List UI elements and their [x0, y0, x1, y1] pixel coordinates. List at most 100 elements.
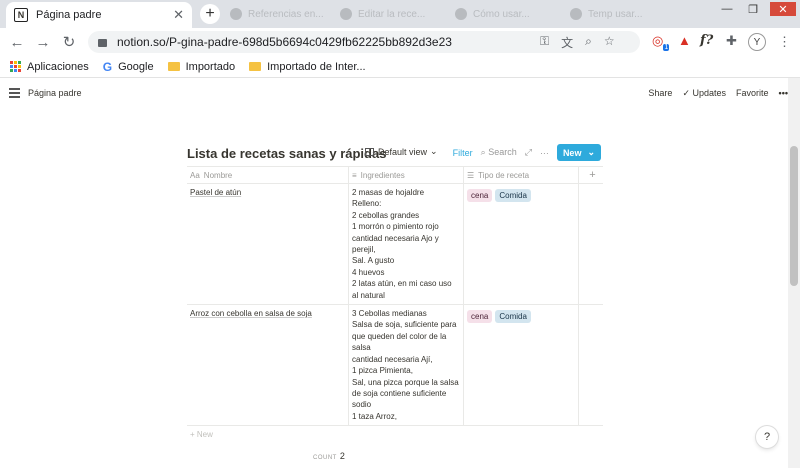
ingredient-line: 2 latas atún, en mi caso uso — [352, 279, 452, 289]
cell-empty — [579, 184, 603, 304]
bookmark-google[interactable]: G Google — [103, 60, 154, 74]
tag-cena: cena — [467, 310, 493, 324]
cell-ingredientes[interactable]: 2 masas de hojaldre Relleno: 2 cebollas … — [349, 184, 464, 305]
database-title[interactable]: Lista de recetas sanas y rápidas — [187, 146, 386, 161]
column-header-tipo[interactable]: ☰ Tipo de receta — [464, 167, 579, 183]
database-header: Lista de recetas sanas y rápidas Default… — [187, 144, 601, 162]
table-icon — [365, 147, 374, 156]
row-name[interactable]: Arroz con cebolla en salsa de soja — [190, 309, 312, 318]
background-tab-4[interactable]: Temp usar... — [570, 6, 642, 22]
breadcrumb[interactable]: Página padre — [28, 88, 82, 98]
cell-tipo[interactable]: cena Comida — [464, 305, 579, 426]
extension-badge: 1 — [663, 43, 670, 51]
bookmarks-bar: Aplicaciones G Google Importado Importad… — [0, 56, 800, 78]
back-icon[interactable]: ← — [4, 34, 30, 51]
tab-favicon-icon — [340, 8, 352, 20]
table-row[interactable]: Arroz con cebolla en salsa de soja 3 Ceb… — [187, 305, 603, 427]
database-more-button[interactable]: ··· — [540, 148, 549, 158]
puzzle-icon[interactable]: ✚ — [726, 33, 737, 49]
bookmark-apps[interactable]: Aplicaciones — [10, 61, 89, 73]
sidebar-toggle-icon[interactable] — [9, 88, 20, 100]
view-selector[interactable]: Default view ⌄ — [365, 146, 438, 157]
bookmark-importado-inter[interactable]: Importado de Inter... — [249, 61, 366, 73]
browser-menu-icon[interactable]: ⋮ — [778, 34, 791, 50]
tag-comida: Comida — [495, 310, 531, 324]
tag-comida: Comida — [495, 189, 531, 203]
bookmark-importado[interactable]: Importado — [167, 61, 235, 73]
new-tab-button[interactable]: + — [200, 4, 220, 24]
background-tab-1[interactable]: Referencias en... — [230, 6, 324, 22]
chevron-down-icon: ⌄ — [430, 146, 438, 156]
expand-icon[interactable]: ⤢ — [525, 147, 532, 158]
topbar-actions: Share ✓ Updates Favorite ••• — [648, 88, 788, 99]
cell-ingredientes[interactable]: 3 Cebollas medianas Salsa de soja, sufic… — [349, 305, 464, 426]
lock-icon — [98, 39, 107, 47]
ingredient-line: Sal. A gusto — [352, 256, 395, 266]
ingredient-line: 1 taza Arroz, — [352, 411, 397, 421]
lock-extension-icon[interactable]: ▲ — [678, 33, 691, 48]
background-tab-3[interactable]: Cómo usar... — [455, 6, 530, 22]
ingredient-line: 1 morrón o pimiento rojo — [352, 222, 439, 232]
ingredient-line: perejil, — [352, 245, 376, 255]
reload-icon[interactable]: ↻ — [56, 33, 82, 51]
star-icon[interactable]: ☆ — [604, 34, 615, 51]
ingredient-line: cantidad necesaria Ají, — [352, 354, 433, 364]
cell-nombre[interactable]: Pastel de atún — [187, 184, 349, 305]
ingredient-line: que queden del color de la — [352, 331, 447, 341]
updates-button[interactable]: ✓ Updates — [682, 88, 726, 99]
ingredient-line: al natural — [352, 290, 385, 300]
help-button[interactable]: ? — [756, 426, 778, 448]
tab-favicon-icon — [230, 8, 242, 20]
check-icon: ✓ — [682, 88, 693, 98]
ingredient-line: cantidad necesaria Ajo y — [352, 233, 439, 243]
minimize-button[interactable]: — — [716, 2, 738, 16]
table-header: Aa Nombre ≡ Ingredientes ☰ Tipo de receta + — [187, 166, 603, 184]
zoom-icon[interactable]: ⌕ — [585, 34, 592, 51]
key-icon[interactable]: ⚿ — [540, 34, 549, 51]
column-header-ingredientes[interactable]: ≡ Ingredientes — [349, 167, 464, 183]
formula-extension-icon[interactable]: f? — [700, 33, 713, 48]
close-window-button[interactable]: ✕ — [770, 2, 796, 16]
row-name[interactable]: Pastel de atún — [190, 188, 241, 197]
tab-strip: N Página padre ✕ + Referencias en... Edi… — [0, 0, 800, 28]
add-column-button[interactable]: + — [579, 167, 603, 183]
new-button[interactable]: New ⌄ — [556, 144, 601, 161]
forward-icon[interactable]: → — [30, 34, 56, 51]
cell-tipo[interactable]: cena Comida — [464, 184, 579, 305]
more-options-button[interactable]: ••• — [779, 88, 788, 99]
favorite-button[interactable]: Favorite — [736, 88, 769, 99]
translate-icon[interactable]: 文 — [561, 34, 573, 51]
page-scrollbar[interactable] — [788, 78, 800, 468]
tab-favicon-icon — [570, 8, 582, 20]
table-row[interactable]: Pastel de atún 2 masas de hojaldre Relle… — [187, 184, 603, 306]
folder-icon — [167, 62, 180, 71]
ingredient-line: 3 Cebollas medianas — [352, 309, 427, 319]
scrollbar-thumb[interactable] — [790, 146, 798, 286]
filter-button[interactable]: Filter — [453, 148, 473, 158]
column-header-nombre[interactable]: Aa Nombre — [187, 167, 349, 183]
background-tab-2[interactable]: Editar la rece... — [340, 6, 425, 22]
tab-favicon-icon — [455, 8, 467, 20]
cell-empty — [579, 305, 603, 425]
notion-topbar: Página padre Share ✓ Updates Favorite ••… — [0, 78, 788, 108]
share-button[interactable]: Share — [648, 88, 672, 99]
database-actions: Filter ⌕ Search ⤢ ··· New ⌄ — [453, 144, 601, 161]
cell-nombre[interactable]: Arroz con cebolla en salsa de soja — [187, 305, 349, 426]
tab-active[interactable]: N Página padre ✕ — [6, 2, 192, 28]
apps-grid-icon — [10, 61, 21, 72]
search-button[interactable]: ⌕ Search — [481, 147, 517, 158]
ingredient-line: 1 pizca Pimienta, — [352, 366, 413, 376]
avatar[interactable]: Y — [748, 33, 766, 51]
chevron-down-icon[interactable]: ⌄ — [587, 147, 595, 158]
ingredient-line: 2 cebollas grandes — [352, 210, 420, 220]
url-text: notion.so/P-gina-padre-698d5b6694c0429fb… — [117, 35, 452, 49]
extension-icon[interactable]: ◎1 — [652, 33, 670, 51]
add-row-button[interactable]: + New — [187, 426, 603, 443]
ingredient-line: salsa — [352, 343, 371, 353]
notion-favicon-icon: N — [14, 8, 28, 22]
restore-button[interactable]: ❐ — [742, 2, 764, 16]
folder-icon — [249, 62, 262, 71]
tab-close-icon[interactable]: ✕ — [173, 7, 184, 23]
multiselect-property-icon: ☰ — [467, 170, 475, 180]
count-footer[interactable]: COUNT 2 — [313, 451, 345, 461]
